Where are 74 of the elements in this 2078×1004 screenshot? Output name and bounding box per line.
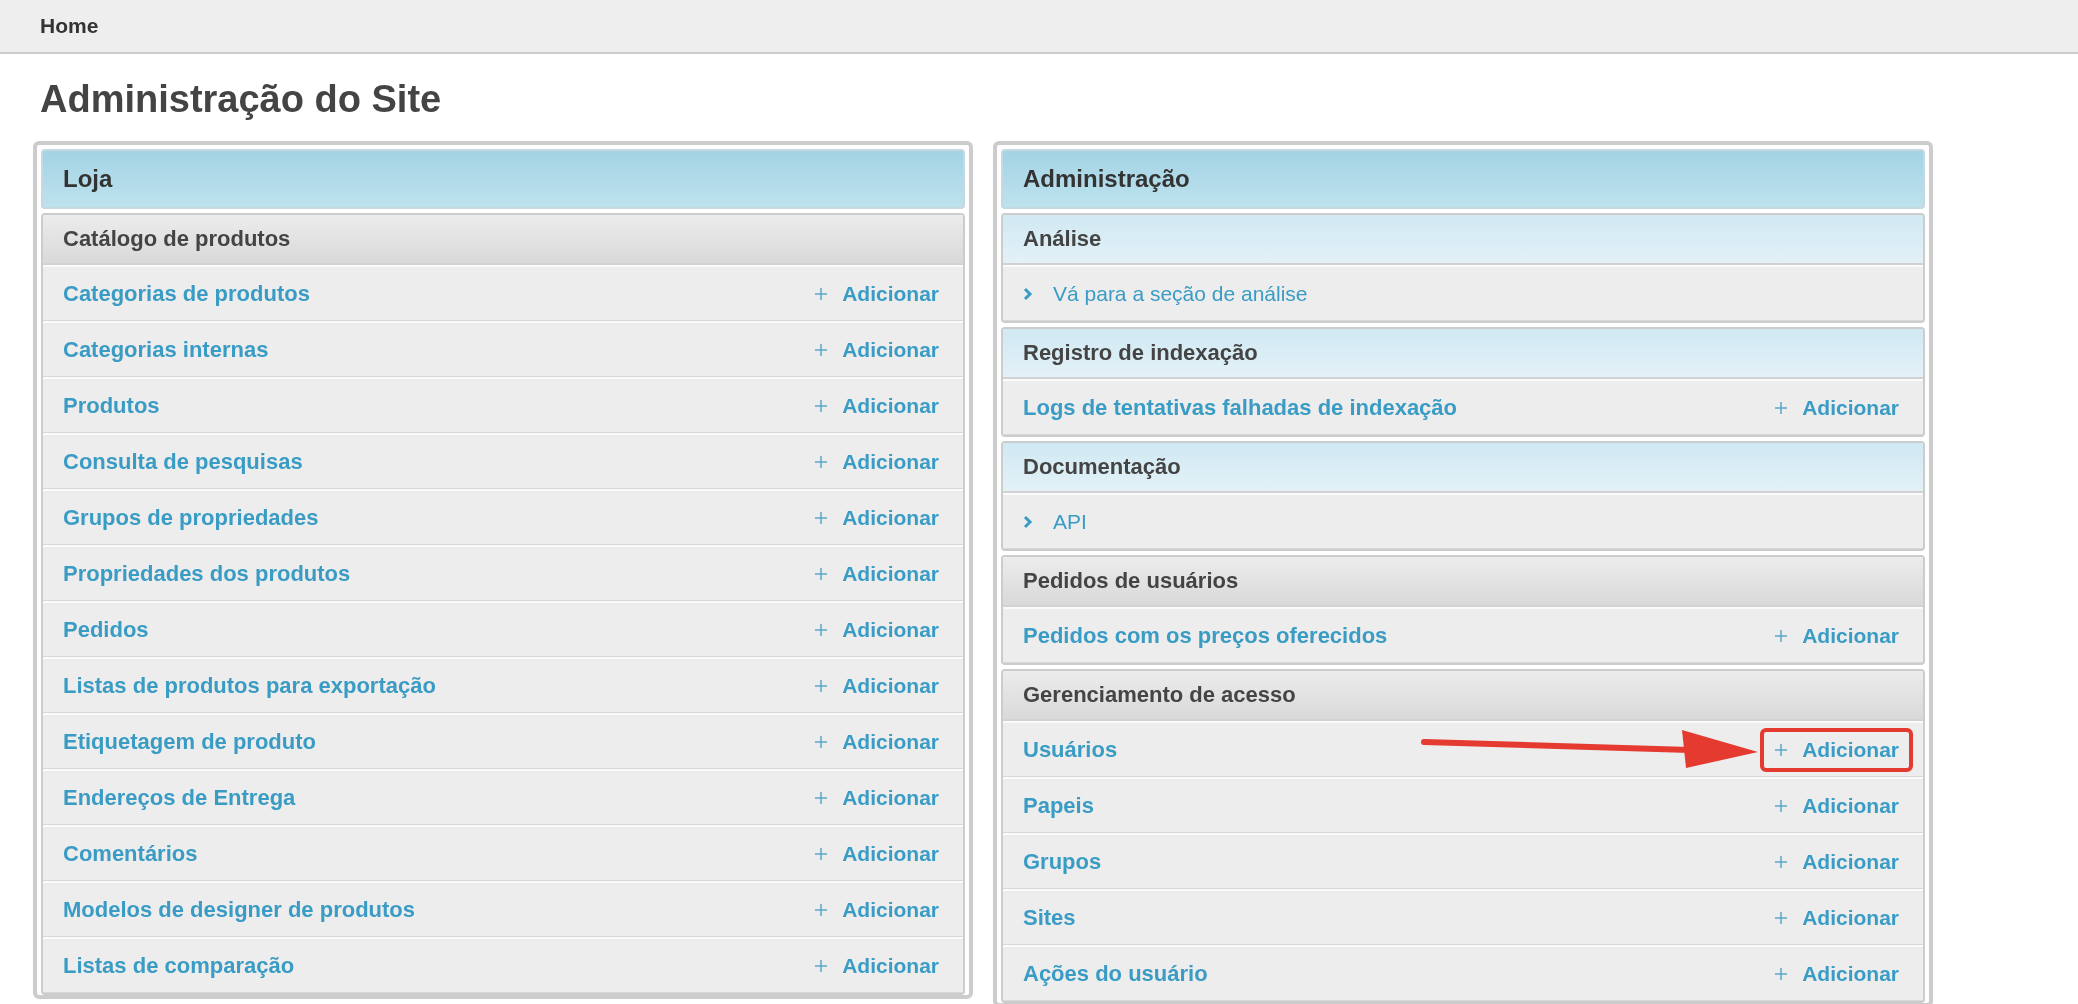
add-link[interactable]: Adicionar bbox=[800, 831, 953, 876]
add-link[interactable]: Adicionar bbox=[800, 887, 953, 932]
add-link[interactable]: Adicionar bbox=[1760, 385, 1913, 430]
model-link[interactable]: Usuários bbox=[1023, 736, 1118, 763]
plus-icon bbox=[1774, 400, 1789, 415]
plus-icon bbox=[814, 734, 829, 749]
model-link[interactable]: Grupos bbox=[1023, 848, 1102, 875]
model-link[interactable]: Produtos bbox=[63, 392, 160, 419]
add-link[interactable]: Adicionar bbox=[1760, 727, 1913, 772]
panel-header: Loja bbox=[41, 149, 965, 209]
section-header: Catálogo de produtos bbox=[43, 215, 963, 265]
model-link[interactable]: Comentários bbox=[63, 840, 198, 867]
plus-icon bbox=[814, 286, 829, 301]
add-link[interactable]: Adicionar bbox=[1760, 839, 1913, 884]
model-link[interactable]: Categorias internas bbox=[63, 336, 269, 363]
section-header: Documentação bbox=[1003, 443, 1923, 493]
add-link[interactable]: Adicionar bbox=[800, 663, 953, 708]
add-link[interactable]: Adicionar bbox=[800, 775, 953, 820]
chevron-right-icon bbox=[1023, 514, 1033, 529]
model-link[interactable]: Logs de tentativas falhadas de indexação bbox=[1023, 394, 1458, 421]
panel-header: Administração bbox=[1001, 149, 1925, 209]
model-link[interactable]: Ações do usuário bbox=[1023, 960, 1208, 987]
add-link[interactable]: Adicionar bbox=[800, 383, 953, 428]
add-link[interactable]: Adicionar bbox=[1760, 895, 1913, 940]
page-title: Administração do Site bbox=[40, 78, 443, 121]
plus-icon bbox=[814, 846, 829, 861]
section-link[interactable]: Vá para a seção de análise bbox=[1023, 281, 1308, 306]
section-header: Gerenciamento de acesso bbox=[1003, 671, 1923, 721]
plus-icon bbox=[1774, 742, 1789, 757]
model-link[interactable]: Pedidos bbox=[63, 616, 149, 643]
plus-icon bbox=[1774, 854, 1789, 869]
add-link[interactable]: Adicionar bbox=[800, 719, 953, 764]
plus-icon bbox=[1774, 628, 1789, 643]
add-link[interactable]: Adicionar bbox=[800, 327, 953, 372]
model-link[interactable]: Listas de produtos para exportação bbox=[63, 672, 436, 699]
model-link[interactable]: Papeis bbox=[1023, 792, 1094, 819]
section-link[interactable]: API bbox=[1023, 509, 1087, 534]
model-link[interactable]: Etiquetagem de produto bbox=[63, 728, 316, 755]
add-link[interactable]: Adicionar bbox=[1760, 951, 1913, 996]
plus-icon bbox=[1774, 966, 1789, 981]
add-link[interactable]: Adicionar bbox=[800, 271, 953, 316]
plus-icon bbox=[814, 958, 829, 973]
model-link[interactable]: Categorias de produtos bbox=[63, 280, 310, 307]
add-link[interactable]: Adicionar bbox=[800, 607, 953, 652]
section-header: Registro de indexação bbox=[1003, 329, 1923, 379]
add-link[interactable]: Adicionar bbox=[800, 551, 953, 596]
model-link[interactable]: Modelos de designer de produtos bbox=[63, 896, 416, 923]
model-link[interactable]: Grupos de propriedades bbox=[63, 504, 319, 531]
plus-icon bbox=[814, 790, 829, 805]
plus-icon bbox=[814, 510, 829, 525]
plus-icon bbox=[814, 622, 829, 637]
plus-icon bbox=[814, 342, 829, 357]
home-link[interactable]: Home bbox=[40, 14, 99, 38]
model-link[interactable]: Consulta de pesquisas bbox=[63, 448, 303, 475]
model-link[interactable]: Propriedades dos produtos bbox=[63, 560, 351, 587]
add-link[interactable]: Adicionar bbox=[1760, 783, 1913, 828]
add-link[interactable]: Adicionar bbox=[800, 439, 953, 484]
plus-icon bbox=[814, 902, 829, 917]
model-link[interactable]: Sites bbox=[1023, 904, 1076, 931]
model-link[interactable]: Pedidos com os preços oferecidos bbox=[1023, 622, 1388, 649]
add-link[interactable]: Adicionar bbox=[800, 943, 953, 988]
plus-icon bbox=[1774, 798, 1789, 813]
plus-icon bbox=[814, 566, 829, 581]
plus-icon bbox=[814, 678, 829, 693]
section-header: Pedidos de usuários bbox=[1003, 557, 1923, 607]
plus-icon bbox=[1774, 910, 1789, 925]
plus-icon bbox=[814, 398, 829, 413]
plus-icon bbox=[814, 454, 829, 469]
section-header: Análise bbox=[1003, 215, 1923, 265]
add-link[interactable]: Adicionar bbox=[1760, 613, 1913, 658]
model-link[interactable]: Endereços de Entrega bbox=[63, 784, 296, 811]
add-link[interactable]: Adicionar bbox=[800, 495, 953, 540]
model-link[interactable]: Listas de comparação bbox=[63, 952, 295, 979]
chevron-right-icon bbox=[1023, 286, 1033, 301]
